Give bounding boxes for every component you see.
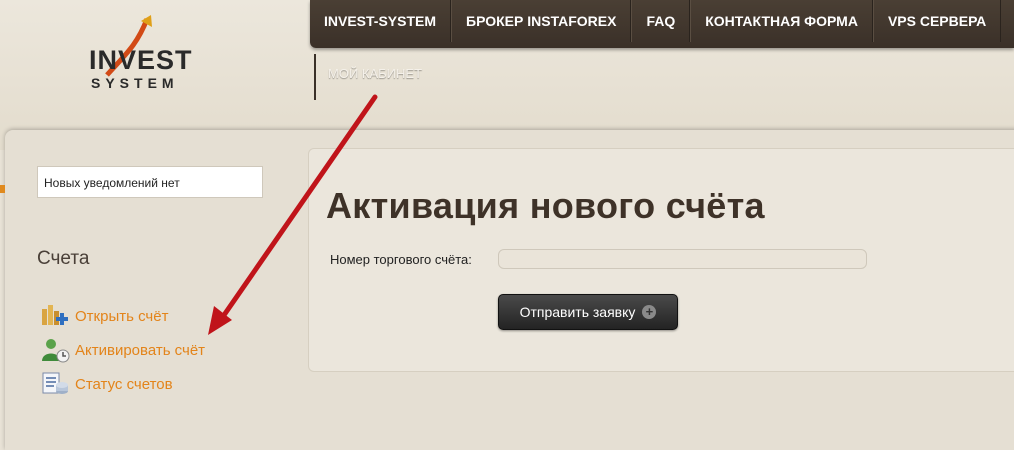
accounts-section-title: Счета: [37, 248, 90, 269]
account-number-input[interactable]: [498, 249, 867, 269]
edge-marker: [0, 185, 5, 193]
plus-icon: +: [642, 305, 657, 319]
account-number-label: Номер торгового счёта:: [330, 252, 472, 267]
accounts-status-icon: [42, 372, 68, 394]
notifications-box: Новых уведомлений нет: [37, 166, 263, 198]
nav-item-faq[interactable]: FAQ: [631, 0, 691, 42]
sidebar-item-activate-account[interactable]: Активировать счёт: [40, 337, 205, 363]
sub-navigation: МОЙ КАБИНЕТ: [314, 54, 422, 100]
nav-item-broker[interactable]: БРОКЕР INSTAFOREX: [451, 0, 632, 42]
page-title: Активация нового счёта: [326, 185, 765, 226]
activation-form-card: Активация нового счёта Номер торгового с…: [308, 148, 1014, 372]
logo-subtitle: SYSTEM: [91, 75, 179, 91]
nav-item-my-cabinet[interactable]: МОЙ КАБИНЕТ: [328, 54, 422, 94]
open-account-icon: [42, 305, 68, 325]
sidebar-item-accounts-status[interactable]: Статус счетов: [40, 371, 173, 397]
sidebar-item-open-account[interactable]: Открыть счёт: [40, 303, 168, 329]
sidebar-item-label: Открыть счёт: [75, 307, 169, 325]
site-logo[interactable]: INVEST SYSTEM: [85, 15, 215, 97]
sidebar-item-label: Активировать счёт: [75, 341, 206, 359]
nav-item-contact-form[interactable]: КОНТАКТНАЯ ФОРМА: [690, 0, 873, 42]
submit-button-label: Отправить заявку: [519, 304, 636, 320]
sidebar-item-label: Статус счетов: [75, 375, 173, 393]
nav-item-invest-system[interactable]: INVEST-SYSTEM: [310, 0, 452, 42]
nav-item-vps[interactable]: VPS СЕРВЕРА: [872, 0, 1002, 42]
submit-request-button[interactable]: Отправить заявку +: [498, 294, 678, 330]
top-navigation: INVEST-SYSTEM БРОКЕР INSTAFOREX FAQ КОНТ…: [310, 0, 1014, 48]
logo-wordmark: INVEST: [89, 45, 193, 75]
activate-account-icon: [42, 339, 70, 363]
